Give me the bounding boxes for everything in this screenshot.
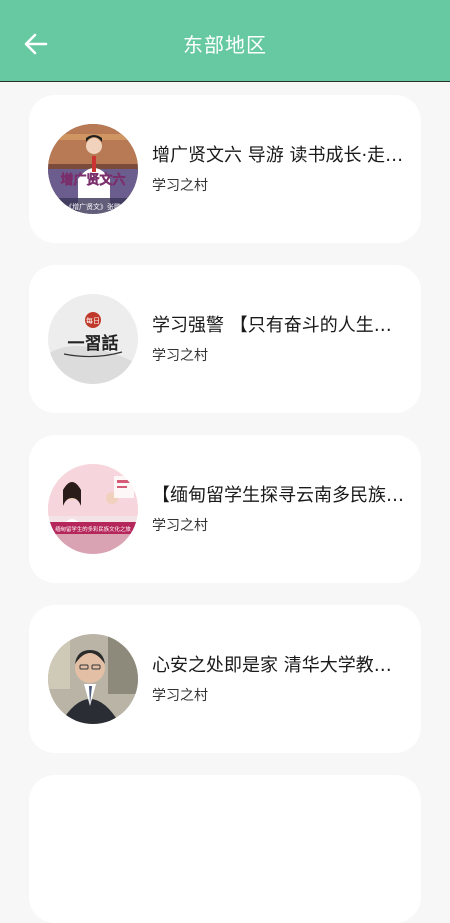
article-title: 心安之处即是家 清华大学教授讲述人生感悟 <box>152 655 404 676</box>
thumbnail-badge: 每日 <box>86 316 100 325</box>
article-title: 学习强警 【只有奋斗的人生才称得上幸福的人生】 <box>152 315 404 336</box>
article-source: 学习之村 <box>152 178 208 194</box>
article-thumbnail <box>48 634 138 724</box>
article-card[interactable] <box>29 775 421 923</box>
article-thumbnail: 缅甸留学生的多彩民族文化之旅 <box>48 464 138 554</box>
article-card[interactable]: 增广贤文六 《增广贤文》张鹏 增广贤文六 导游 读书成长·走进中国传统文化 学习… <box>29 95 421 243</box>
article-source: 学习之村 <box>152 348 208 364</box>
article-card[interactable]: 每日 一習話 学习强警 【只有奋斗的人生才称得上幸福的人生】 学习之村 <box>29 265 421 413</box>
article-title: 【缅甸留学生探寻云南多民族文化之旅】 <box>152 485 404 506</box>
thumbnail-caption: 增广贤文六 <box>60 172 125 188</box>
article-thumbnail: 增广贤文六 《增广贤文》张鹏 <box>48 124 138 214</box>
thumbnail-caption: 缅甸留学生的多彩民族文化之旅 <box>55 525 131 533</box>
article-source: 学习之村 <box>152 518 208 534</box>
article-card[interactable]: 心安之处即是家 清华大学教授讲述人生感悟 学习之村 <box>29 605 421 753</box>
thumbnail-subcaption: 《增广贤文》张鹏 <box>65 202 121 211</box>
article-card[interactable]: 缅甸留学生的多彩民族文化之旅 【缅甸留学生探寻云南多民族文化之旅】 学习之村 <box>29 435 421 583</box>
app-header: 东部地区 <box>0 0 450 82</box>
article-thumbnail: 每日 一習話 <box>48 294 138 384</box>
article-source: 学习之村 <box>152 688 208 704</box>
article-title: 增广贤文六 导游 读书成长·走进中国传统文化 <box>152 145 404 166</box>
thumbnail-caption: 一習話 <box>68 333 119 354</box>
page-title: 东部地区 <box>183 33 267 57</box>
